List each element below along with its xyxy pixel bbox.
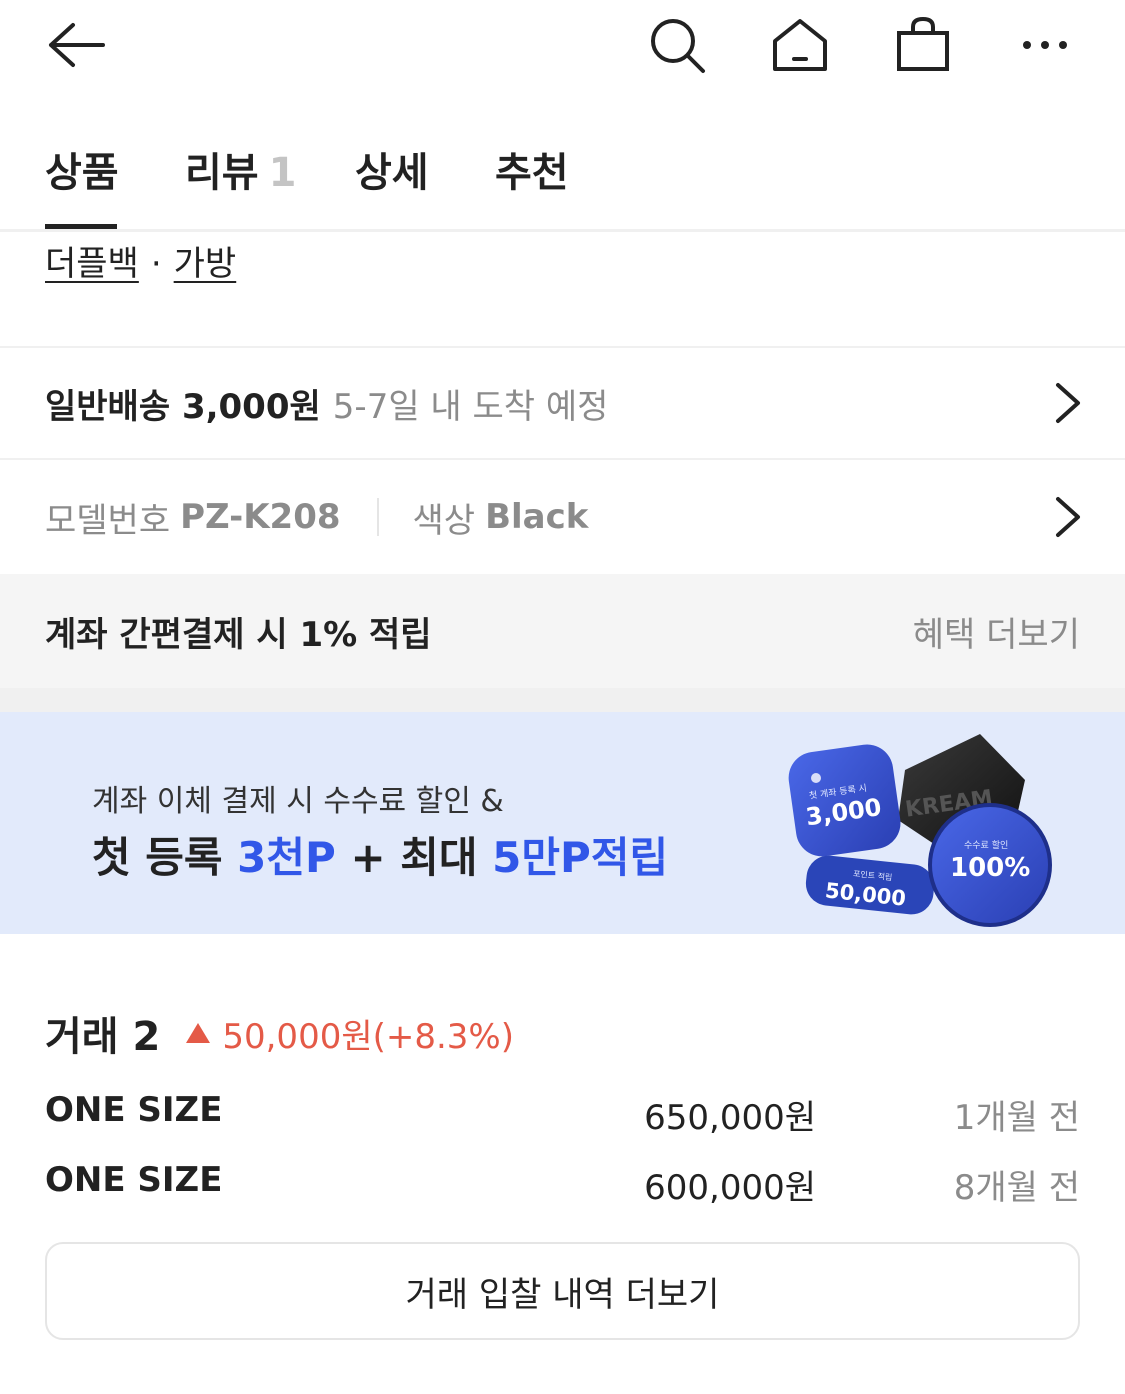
points-coins-illustration: KREAM 첫 계좌 등록 시 3,000 포인트 적립 50,000 수수료 … [788, 734, 1052, 927]
divider [376, 498, 379, 536]
model-number-value: PZ-K208 [180, 497, 341, 537]
banner-headline: 첫 등록 3천P + 최대 5만P적립 [92, 833, 669, 882]
tab-product[interactable]: 상품 [45, 140, 119, 198]
trade-time: 8개월 전 [953, 1168, 1080, 1208]
color-label: 색상 [412, 500, 476, 541]
active-tab-indicator [45, 224, 117, 229]
trade-size: ONE SIZE [45, 1160, 223, 1200]
trade-row: ONE SIZE 600,000원 8개월 전 [45, 1160, 1080, 1216]
trade-count-title: 거래 2 [45, 1014, 161, 1060]
chevron-right-icon [1056, 383, 1080, 423]
model-number-label: 모델번호 [45, 500, 171, 541]
trade-price: 600,000원 [644, 1168, 816, 1208]
section-divider [0, 688, 1125, 712]
category-link-primary[interactable]: 더플백 [45, 244, 139, 284]
trade-row: ONE SIZE 650,000원 1개월 전 [45, 1090, 1080, 1146]
svg-text:100%: 100% [950, 853, 1030, 883]
review-count: 1 [268, 150, 297, 196]
benefit-more-link[interactable]: 혜택 더보기 [913, 607, 1080, 656]
trade-summary: 거래 2 50,000원(+8.3%) [45, 1004, 514, 1062]
search-icon[interactable] [642, 10, 712, 80]
shipping-eta: 5-7일 내 도착 예정 [332, 386, 609, 427]
svg-text:수수료 할인: 수수료 할인 [964, 840, 1008, 851]
shopping-bag-icon[interactable] [888, 10, 958, 80]
payment-benefit-row: 계좌 간편결제 시 1% 적립 혜택 더보기 [0, 574, 1125, 688]
arrow-left-icon[interactable] [40, 10, 110, 80]
shipping-fee: 일반배송 3,000원 [45, 386, 321, 427]
trade-size: ONE SIZE [45, 1090, 223, 1130]
trade-history-more-button[interactable]: 거래 입찰 내역 더보기 [45, 1242, 1080, 1340]
tab-detail[interactable]: 상세 [355, 140, 429, 198]
banner-subtitle: 계좌 이체 결제 시 수수료 할인 & [92, 784, 504, 819]
top-navigation-bar [0, 0, 1125, 100]
color-value: Black [485, 497, 589, 537]
chevron-right-icon [1056, 497, 1080, 537]
tab-recommend[interactable]: 추천 [495, 140, 569, 198]
breadcrumb-separator: · [150, 244, 162, 284]
tab-review[interactable]: 리뷰 1 [185, 140, 296, 198]
product-tabs: 상품 리뷰 1 상세 추천 [0, 118, 1125, 232]
triangle-up-icon [186, 1023, 211, 1043]
promo-banner[interactable]: 계좌 이체 결제 시 수수료 할인 & 첫 등록 3천P + 최대 5만P적립 … [0, 712, 1125, 934]
home-icon[interactable] [765, 10, 835, 80]
price-change: 50,000원(+8.3%) [186, 1009, 514, 1058]
category-breadcrumb: 더플백 · 가방 [45, 236, 236, 285]
benefit-title: 계좌 간편결제 시 1% 적립 [45, 614, 432, 655]
shipping-info-row[interactable]: 일반배송 3,000원 5-7일 내 도착 예정 [0, 346, 1125, 460]
category-link-secondary[interactable]: 가방 [174, 244, 237, 284]
trade-time: 1개월 전 [953, 1098, 1080, 1138]
trade-price: 650,000원 [644, 1098, 816, 1138]
model-info-row[interactable]: 모델번호 PZ-K208 색상 Black [0, 460, 1125, 574]
more-horizontal-icon[interactable] [1010, 10, 1080, 80]
